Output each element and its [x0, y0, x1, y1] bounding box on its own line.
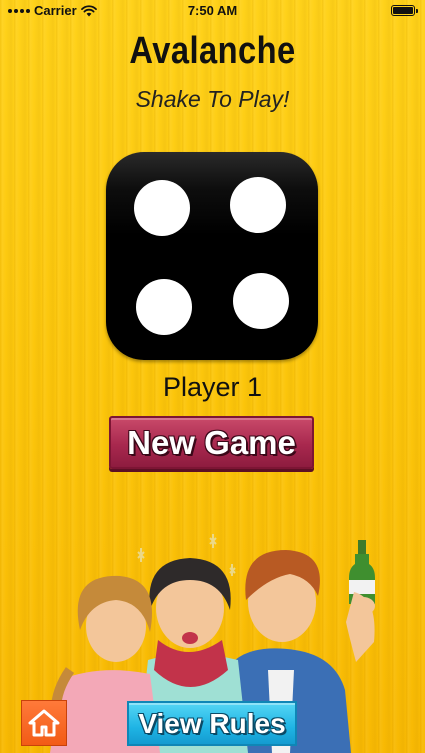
home-button[interactable] [21, 700, 67, 746]
die-face-icon[interactable] [106, 152, 318, 360]
new-game-button[interactable]: New Game [109, 416, 314, 469]
battery-icon [391, 5, 418, 16]
view-rules-button[interactable]: View Rules [127, 701, 297, 746]
die-pip [136, 279, 192, 335]
die-pip [230, 177, 286, 233]
status-bar: Carrier 7:50 AM [0, 0, 425, 22]
bottle-icon [349, 540, 375, 604]
home-icon [28, 709, 60, 737]
status-time: 7:50 AM [187, 3, 238, 18]
player-label: Player 1 [162, 372, 263, 402]
die-pip [233, 273, 289, 329]
app-title: Avalanche [129, 30, 296, 72]
die-pip [134, 180, 190, 236]
subtitle: Shake To Play! [135, 86, 290, 112]
